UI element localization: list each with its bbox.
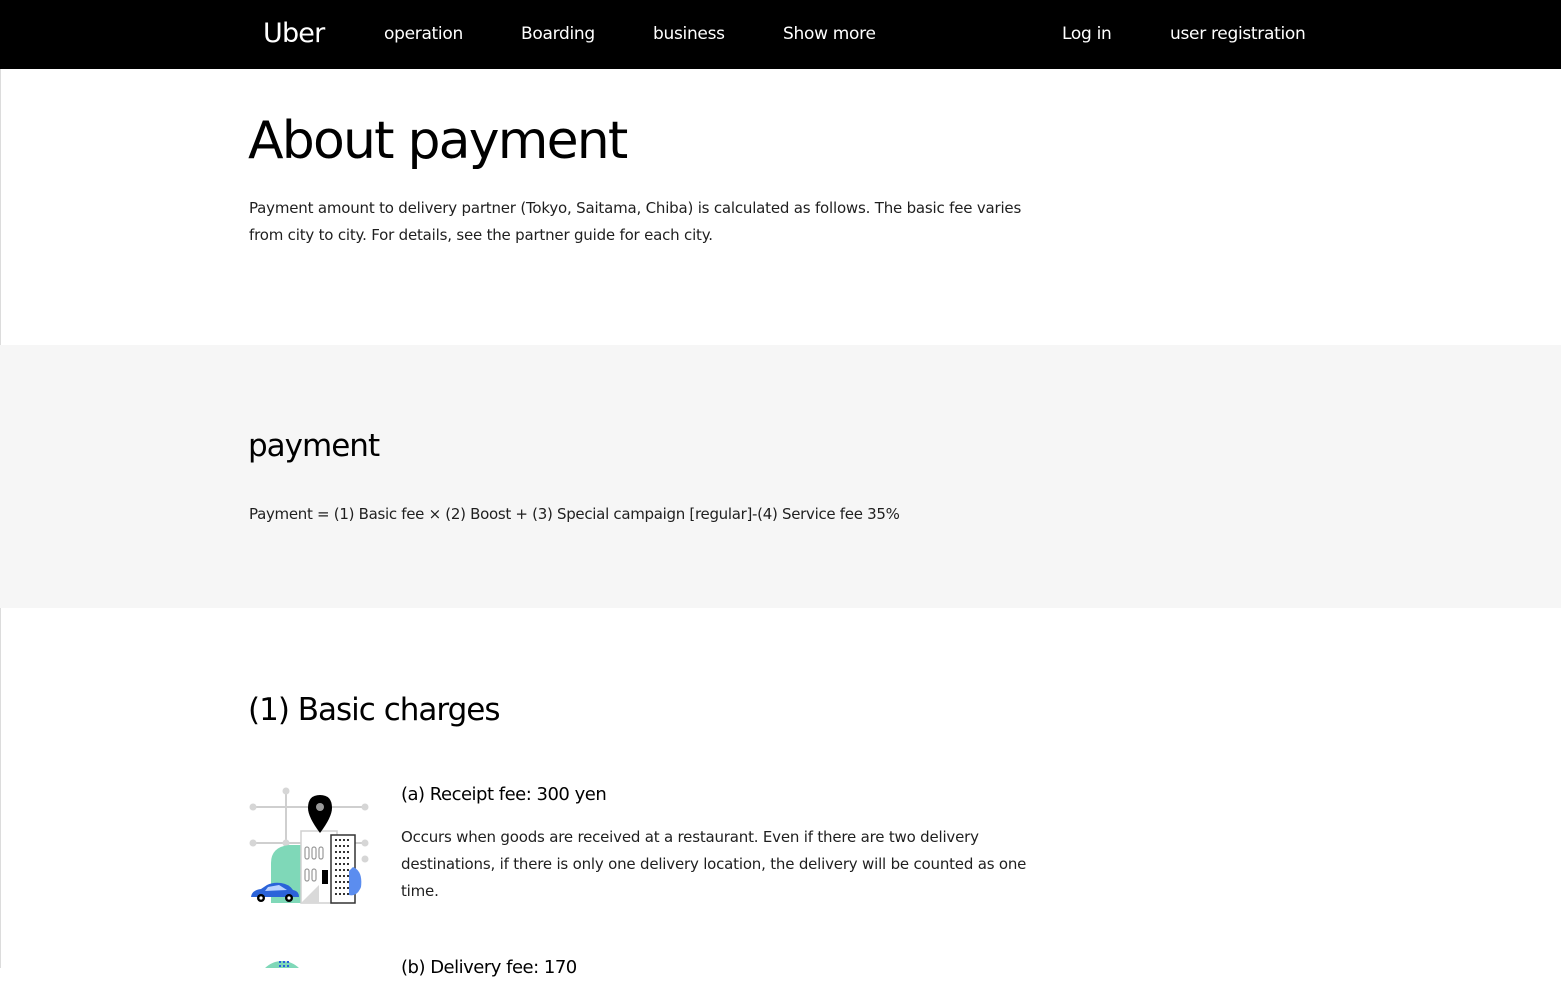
payment-formula: Payment = (1) Basic fee × (2) Boost + (3… [249, 505, 900, 523]
nav-link-boarding[interactable]: Boarding [521, 21, 595, 47]
receipt-fee-description: Occurs when goods are received at a rest… [401, 828, 1027, 900]
intro-paragraph: Payment amount to delivery partner (Toky… [249, 199, 1022, 244]
login-link[interactable]: Log in [1062, 21, 1112, 47]
user-registration-link[interactable]: user registration [1170, 21, 1306, 47]
page-title: About payment [248, 111, 628, 171]
top-navigation-bar: Uber operation Boarding business Show mo… [0, 0, 1561, 69]
nav-link-business[interactable]: business [653, 21, 725, 47]
basic-charges-heading: (1) Basic charges [248, 692, 500, 728]
nav-link-operation[interactable]: operation [384, 21, 463, 47]
nav-link-show-more[interactable]: Show more [783, 21, 876, 47]
receipt-fee-title: (a) Receipt fee: 300 yen [401, 784, 607, 805]
globe-city-icon [249, 955, 369, 968]
payment-heading: payment [248, 428, 380, 464]
payment-formula-section [0, 345, 1561, 608]
map-pin-city-icon [249, 787, 369, 905]
uber-logo[interactable]: Uber [263, 16, 325, 52]
delivery-fee-title: (b) Delivery fee: 170 [401, 957, 577, 978]
